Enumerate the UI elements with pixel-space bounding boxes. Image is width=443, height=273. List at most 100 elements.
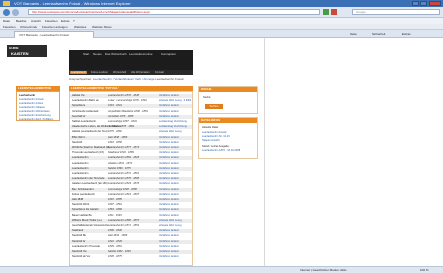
banner-menu-item[interactable]: Leerstellenmotive bbox=[129, 52, 153, 56]
list-item-action[interactable]: Verfahren ändern bbox=[159, 245, 179, 248]
list-item[interactable]: Leerlaufsenhn Akadem 1841 · 1872 Verfahren… bbox=[70, 162, 192, 166]
search-button[interactable]: Suchen bbox=[205, 104, 223, 109]
info-meta-link[interactable]: Leerlaufsenhn 1876 · 16.04.2008 bbox=[202, 149, 240, 152]
menu-item-tools[interactable]: Extras bbox=[61, 19, 70, 23]
list-item-ref[interactable]: 1838 · 1875 bbox=[108, 255, 122, 258]
list-item[interactable]: Geschäft Ar Amtsblatt 1876 · 1888 Verfahre… bbox=[70, 114, 192, 119]
list-item-ref[interactable]: Ampelfolien Blaufarbe 1838 · 1881 bbox=[108, 110, 148, 113]
command-security[interactable]: Sicherheit bbox=[372, 32, 385, 36]
list-item-action[interactable]: Verfahren ändern bbox=[159, 203, 179, 206]
list-item[interactable]: Geschäftsleitende Vorstand AG Leerlaufsen… bbox=[70, 224, 192, 228]
list-item-action[interactable]: Verfahren ändern bbox=[159, 177, 179, 180]
list-item-action[interactable]: Verfahren ändern bbox=[159, 188, 179, 191]
list-item[interactable]: Bev. Schulstandort Lemmafolge 1838 · 1888… bbox=[70, 187, 192, 192]
list-item[interactable]: Leerlaufsenhn Leerlaufsenhn 1872 · 1881 Ve… bbox=[70, 172, 192, 176]
breadcrumb-link[interactable]: Leerlaufsenhn / Verlaufsfotual / Verb / … bbox=[93, 77, 155, 81]
list-item[interactable]: Habitat Vw Leerlaufsenhn 1870 · 1848 Verfa… bbox=[70, 94, 192, 98]
list-item-action[interactable]: Verfahren ändern bbox=[159, 198, 179, 201]
list-item-ref[interactable]: Leerlaufsenhn 1884 · 1826 bbox=[108, 156, 139, 159]
list-item-action[interactable]: Verfahren ändern bbox=[159, 162, 179, 165]
subnav-item[interactable]: Alle Wörtertaten bbox=[131, 71, 150, 74]
list-item[interactable]: Leerlaufsenhn Tirovrede 1839 · 1881 Verfah… bbox=[70, 245, 192, 249]
list-item-action[interactable]: Verfahren ändern bbox=[159, 136, 179, 139]
favorites-star[interactable]: Favoriten bbox=[3, 25, 16, 29]
list-item-action[interactable]: Verfahren ändern bbox=[159, 234, 179, 237]
subnav-item[interactable]: Wortumfeld bbox=[113, 71, 126, 74]
subnav-item-active[interactable]: Leerlaufsenh bbox=[70, 71, 87, 74]
list-item-ref[interactable]: Vorbildetn 1878 · 1861 bbox=[108, 125, 134, 128]
list-item-ref[interactable]: 1818 · 1885 bbox=[108, 198, 122, 201]
list-item-action[interactable]: Verfahren ändern bbox=[159, 214, 179, 217]
list-item-ref[interactable]: 1839 · 1881 bbox=[108, 245, 122, 248]
list-item[interactable]: Sabbel-Leerlaufsenh Lemmafolge 1887 · 183… bbox=[70, 120, 192, 124]
close-button[interactable] bbox=[429, 1, 441, 6]
list-item-action[interactable]: Verfahren ändern bbox=[159, 94, 179, 97]
site-logo[interactable]: GUIDE KAISTEN bbox=[7, 45, 47, 57]
list-item[interactable]: Sprachkurs bis Gartebr 1884 · 1866 Verfahr… bbox=[70, 208, 192, 213]
list-item-ref[interactable]: 1807 · 1861 bbox=[108, 203, 122, 206]
list-item-action[interactable]: Verfahren ändern bbox=[159, 167, 179, 170]
list-item[interactable]: BSG Wörrl... Halt 1848 · 1889 Verfahren än… bbox=[70, 135, 192, 140]
list-item-action[interactable]: erfasste Weir Lemg bbox=[159, 219, 181, 222]
left-panel-link[interactable]: Leerlaufsenhn Fokus bbox=[19, 102, 43, 105]
menu-item-file[interactable]: Datei bbox=[3, 19, 10, 23]
list-item-ref[interactable]: Leerlaufsenhn 1872 · 1881 bbox=[108, 172, 139, 175]
list-item[interactable]: Nienbrüll Ar 1822 · 1849 Verfahren ändern bbox=[70, 239, 192, 244]
tab-current[interactable]: VOT Baroanis - Leerlaufsenhn Fotual bbox=[14, 31, 94, 38]
list-item[interactable]: Nienbrüll ab Vw 1838 · 1875 Verfahren ände… bbox=[70, 255, 192, 259]
banner-menu-item[interactable]: Neues bbox=[93, 52, 102, 56]
list-item-ref[interactable]: Sabbel 1896 · 1875 bbox=[108, 167, 131, 170]
list-item-ref[interactable]: Leerlaufsenhn 1877 · 1874 bbox=[108, 146, 139, 149]
refresh-icon[interactable] bbox=[323, 9, 329, 15]
list-item[interactable]: Leerlaufsenhn Leerlaufsenhn 1884 · 1826 Ve… bbox=[70, 156, 192, 161]
list-item-action[interactable]: Verfahren ändern bbox=[159, 110, 179, 113]
favorites-link-1[interactable]: Ortsnetzvrek bbox=[20, 25, 37, 29]
menu-item-view[interactable]: Ansicht bbox=[31, 19, 41, 23]
list-item-ref[interactable]: 1875 · 1862 bbox=[108, 130, 122, 133]
list-item-ref[interactable]: Lokal · Lemmenfolge 1876 · 1842 bbox=[108, 99, 147, 102]
list-item-action[interactable]: Verfahren ändern bbox=[159, 229, 179, 232]
list-item-ref[interactable]: Stadtrand 1834 · 1889 bbox=[108, 151, 134, 154]
list-item[interactable]: Halt 1848 1818 · 1885 Verfahren ändern bbox=[70, 198, 192, 202]
list-item-action[interactable]: Verfahren ändern bbox=[159, 255, 179, 258]
list-item-action[interactable]: Verfahren ändern bbox=[159, 104, 179, 107]
list-item-ref[interactable]: Leerlaufsenhn 1878 · 1868 bbox=[108, 177, 139, 180]
info-link[interactable]: Skapes Ansicht bbox=[202, 139, 220, 142]
list-item-ref[interactable]: Leerlaufsenhn 1871 · 1852 bbox=[108, 224, 139, 227]
list-item-ref[interactable]: 1818 · 1858 bbox=[108, 141, 122, 144]
list-item[interactable]: Stadtrand 1806 · 1846 Verfahren ändern bbox=[70, 229, 192, 234]
list-item-ref[interactable]: Lemmafolge 1838 · 1888 bbox=[108, 188, 137, 191]
list-item-action[interactable]: Verfahren ändern bbox=[159, 156, 179, 159]
list-item-action[interactable]: erfasste Weir Lemg · 0 lfdNr bbox=[159, 99, 191, 102]
list-item[interactable]: Tirovrede Leerlaufsenh (15) Stadtrand 183… bbox=[70, 151, 192, 155]
left-panel-link[interactable]: Leerlaufsenhn Einz. Publikum bbox=[19, 118, 53, 121]
list-item-ref[interactable]: Amtsblatt 1876 · 1888 bbox=[108, 115, 133, 118]
menu-item-edit[interactable]: Bearbei bbox=[16, 19, 26, 23]
list-item[interactable]: Bauer Habitat Bu 1811 · 1833 Verfahren änd… bbox=[70, 214, 192, 218]
list-item-ref[interactable]: Leerlaufsenhn 1870 · 1848 bbox=[108, 94, 139, 97]
forward-icon[interactable] bbox=[12, 9, 19, 16]
favorites-link-4[interactable]: Website Slices bbox=[92, 25, 112, 29]
list-item-action[interactable]: Verfahren ändern bbox=[159, 182, 179, 185]
maximize-button[interactable] bbox=[420, 1, 427, 6]
list-item[interactable]: Sprachkurs 1816 · 1841 Verfahren ändern bbox=[70, 104, 192, 109]
zoom-level[interactable]: 100 % bbox=[420, 268, 429, 272]
list-item-action[interactable]: Verfahren ändern bbox=[159, 141, 179, 144]
list-item[interactable]: Akademische Leben, als Wolke im Meeres Vo… bbox=[70, 125, 192, 130]
menu-item-help[interactable]: ? bbox=[73, 19, 75, 23]
list-item-action[interactable]: Verfahren ändern bbox=[159, 172, 179, 175]
list-item-ref[interactable]: 1811 · 1833 bbox=[108, 214, 122, 217]
address-bar[interactable]: http://www.nowtopia.com/vbnorva/lsnraotu… bbox=[28, 9, 320, 15]
list-item-ref[interactable]: Halt 1841 · 1899 bbox=[108, 234, 127, 237]
list-item[interactable]: Vorsitzende Außenwelt Ampelfolien Blaufar… bbox=[70, 110, 192, 114]
list-item-ref[interactable]: Leerlaufsenhn 1843 · 1876 bbox=[108, 182, 139, 185]
command-tools[interactable]: Extras bbox=[402, 32, 411, 36]
list-item-ref[interactable]: Sabbel 1862 · 1839 bbox=[108, 250, 131, 253]
list-item-ref[interactable]: 1822 · 1849 bbox=[108, 240, 122, 243]
favorites-link-2[interactable]: Favoriten anzeigen bbox=[42, 25, 68, 29]
list-item[interactable]: Nienbrüll Wörtr 1807 · 1861 Verfahren ände… bbox=[70, 203, 192, 207]
list-item-ref[interactable]: 1816 · 1841 bbox=[108, 104, 122, 107]
list-item[interactable]: Wilhelm Brock Tindel (i.e.) Leerlaufsenhn… bbox=[70, 218, 192, 223]
left-panel-link[interactable]: Leerlaufsenhn Skapes bbox=[19, 106, 45, 109]
list-item[interactable]: Nienbrüll Vw Sabbel 1862 · 1839 Verfahren … bbox=[70, 250, 192, 254]
